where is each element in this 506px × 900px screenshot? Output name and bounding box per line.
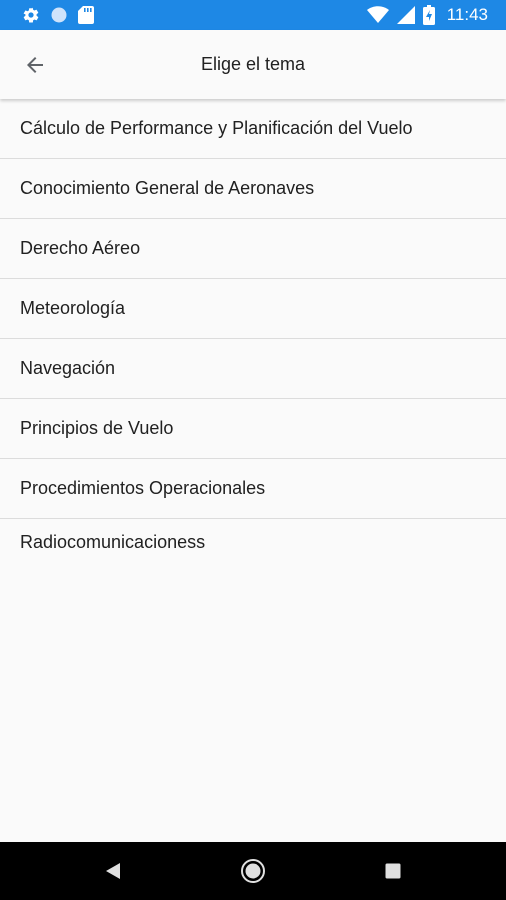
list-item-calculo-performance[interactable]: Cálculo de Performance y Planificación d…: [0, 99, 506, 159]
nav-home-button[interactable]: [238, 856, 268, 886]
nav-recents-button[interactable]: [378, 856, 408, 886]
battery-icon: [422, 5, 435, 25]
status-left-icons: [22, 5, 94, 25]
gear-icon: [22, 6, 40, 24]
list-item-principios-vuelo[interactable]: Principios de Vuelo: [0, 399, 506, 459]
navigation-bar: [0, 842, 506, 900]
list-item-navegacion[interactable]: Navegación: [0, 339, 506, 399]
list-item-derecho-aereo[interactable]: Derecho Aéreo: [0, 219, 506, 279]
list-item-label: Radiocomunicacioness: [20, 532, 206, 552]
signal-icon: [396, 6, 415, 24]
app-bar: Elige el tema: [0, 30, 506, 99]
topic-list: Cálculo de Performance y Planificación d…: [0, 99, 506, 589]
circle-icon: [50, 6, 68, 24]
wifi-icon: [366, 6, 389, 24]
screen: 11:43 Elige el tema Cálculo de Performan…: [0, 0, 506, 900]
list-item-procedimientos-operacionales[interactable]: Procedimientos Operacionales: [0, 459, 506, 519]
list-item-meteorologia[interactable]: Meteorología: [0, 279, 506, 339]
status-bar: 11:43: [0, 0, 506, 30]
nav-back-button[interactable]: [98, 856, 128, 886]
list-item-radiocomunicaciones[interactable]: Radiocomunicacioness: [0, 519, 506, 589]
list-item-conocimiento-aeronaves[interactable]: Conocimiento General de Aeronaves: [0, 159, 506, 219]
home-circle-icon: [240, 858, 266, 884]
status-right-icons: 11:43: [366, 4, 488, 26]
recents-square-icon: [385, 863, 401, 879]
page-title: Elige el tema: [200, 54, 306, 74]
sd-card-icon: [78, 6, 94, 24]
back-triangle-icon: [105, 862, 121, 880]
status-time: 11:43: [446, 5, 488, 24]
